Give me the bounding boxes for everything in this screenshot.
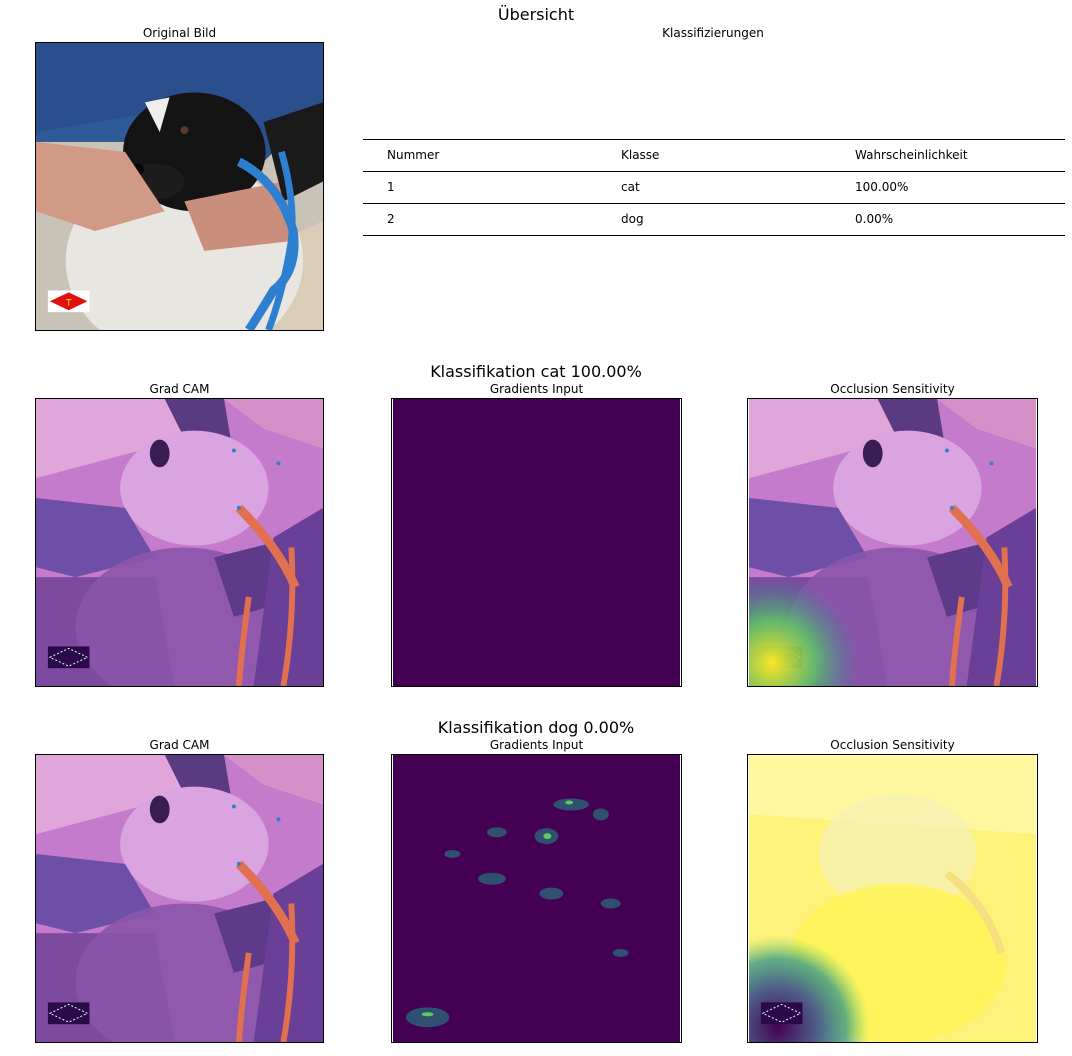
dog-gradients-heatmap (393, 755, 680, 1042)
dog-gradients-title: Gradients Input (489, 738, 584, 752)
dog-gradcam-title: Grad CAM (149, 738, 210, 752)
cat-occlusion-panel (747, 398, 1038, 687)
table-row-2-number: 2 (387, 212, 395, 226)
cat-occlusion-title: Occlusion Sensitivity (830, 382, 955, 396)
classification-table-title: Klassifizierungen (662, 26, 764, 40)
table-header-probability: Wahrscheinlichkeit (855, 148, 968, 162)
cat-section-title: Klassifikation cat 100.00% (430, 362, 642, 381)
svg-text:T: T (65, 298, 72, 308)
cat-gradients-panel (391, 398, 682, 687)
dog-occlusion-panel (747, 754, 1038, 1043)
table-header-number: Nummer (387, 148, 440, 162)
cat-gradients-title: Gradients Input (489, 382, 584, 396)
table-header-rule (363, 171, 1065, 172)
table-row-2-class: dog (621, 212, 644, 226)
table-row-1-class: cat (621, 180, 640, 194)
table-row-1-probability: 100.00% (855, 180, 909, 194)
table-row-1-number: 1 (387, 180, 395, 194)
cat-gradcam-title: Grad CAM (149, 382, 210, 396)
original-dog-image: T (36, 43, 323, 330)
dog-occlusion-title: Occlusion Sensitivity (830, 738, 955, 752)
table-top-rule (363, 139, 1065, 140)
table-bottom-rule (363, 235, 1065, 236)
cat-occlusion-heatmap (748, 399, 1037, 686)
dog-gradcam-heatmap (36, 755, 323, 1042)
original-image-title: Original Bild (142, 26, 217, 40)
dog-section-title: Klassifikation dog 0.00% (437, 718, 635, 737)
dog-gradcam-panel (35, 754, 324, 1043)
table-header-class: Klasse (621, 148, 660, 162)
dog-gradients-panel (391, 754, 682, 1043)
cat-gradients-heatmap (393, 399, 680, 686)
table-row-2-probability: 0.00% (855, 212, 894, 226)
cat-gradcam-heatmap (36, 399, 323, 686)
overview-title: Übersicht (497, 5, 575, 24)
dog-occlusion-heatmap (749, 755, 1036, 1042)
cat-gradcam-panel (35, 398, 324, 687)
table-row-rule (363, 203, 1065, 204)
original-image-panel: T (35, 42, 324, 331)
